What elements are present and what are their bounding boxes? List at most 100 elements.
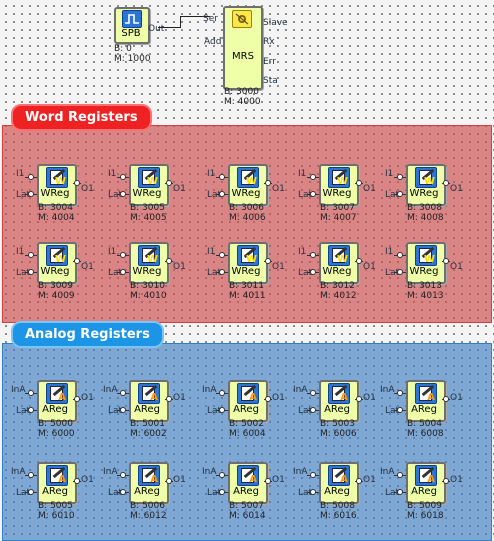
input-pin[interactable]: [28, 174, 34, 180]
wreg-block[interactable]: W WReg I1 Lat O1 B: 3006 M: 4006: [206, 164, 286, 226]
output-pin[interactable]: [443, 478, 449, 484]
input-pin[interactable]: [120, 390, 126, 396]
output-port-label: O1: [173, 184, 186, 194]
block-b-value: B: 5001: [130, 419, 165, 429]
spb-mrs-connection-vertical[interactable]: [180, 16, 181, 28]
input-port-label: InA: [293, 385, 308, 395]
output-pin[interactable]: [166, 478, 172, 484]
wreg-block[interactable]: W WReg I1 Lat O1 B: 3011 M: 4011: [206, 242, 286, 304]
wreg-block[interactable]: W WReg I1 Lat O1 B: 3007 M: 4007: [297, 164, 377, 226]
areg-block[interactable]: A AReg InA Lat O1 B: 5001 M: 6002: [103, 380, 187, 442]
output-pin[interactable]: [74, 180, 80, 186]
mrs-block[interactable]: MRS Ser Add Slave Rx Err Sta B: 3000 M: …: [200, 4, 300, 114]
latch-port-label: Lat: [298, 406, 313, 416]
output-pin[interactable]: [443, 396, 449, 402]
areg-block[interactable]: A AReg InA Lat O1 B: 5006 M: 6012: [103, 462, 187, 524]
output-pin[interactable]: [166, 258, 172, 264]
latch-port-label: Lat: [16, 406, 31, 416]
block-b-value: B: 3012: [320, 281, 355, 291]
block-m-value: M: 6006: [320, 429, 357, 439]
wreg-block[interactable]: W WReg I1 Lat O1 B: 3004 M: 4004: [15, 164, 95, 226]
output-pin[interactable]: [356, 478, 362, 484]
areg-block[interactable]: A AReg InA Lat O1 B: 5003 M: 6006: [293, 380, 377, 442]
register-write-icon: W: [237, 245, 259, 266]
areg-block[interactable]: A AReg InA Lat O1 B: 5004 M: 6008: [380, 380, 464, 442]
wreg-block[interactable]: W WReg I1 Lat O1 B: 3010 M: 4010: [107, 242, 187, 304]
register-write-icon: A: [46, 383, 68, 404]
wreg-block[interactable]: W WReg I1 Lat O1 B: 3008 M: 4008: [384, 164, 464, 226]
mrs-port-add: Add: [204, 37, 222, 47]
output-pin[interactable]: [166, 180, 172, 186]
input-port-label: InA: [380, 467, 395, 477]
areg-block[interactable]: A AReg InA Lat O1 B: 5002 M: 6004: [202, 380, 286, 442]
output-pin[interactable]: [356, 258, 362, 264]
output-pin[interactable]: [265, 258, 271, 264]
wreg-block[interactable]: W WReg I1 Lat O1 B: 3005 M: 4005: [107, 164, 187, 226]
input-pin[interactable]: [219, 390, 225, 396]
output-pin[interactable]: [443, 180, 449, 186]
input-pin[interactable]: [28, 472, 34, 478]
register-write-icon: W: [138, 167, 160, 188]
analog-registers-title[interactable]: Analog Registers: [11, 321, 164, 348]
areg-block[interactable]: A AReg InA Lat O1 B: 5009 M: 6018: [380, 462, 464, 524]
block-b-value: B: 5000: [38, 419, 73, 429]
output-port-label: O1: [81, 262, 94, 272]
output-pin[interactable]: [443, 258, 449, 264]
input-pin[interactable]: [397, 390, 403, 396]
register-write-icon: W: [138, 245, 160, 266]
output-pin[interactable]: [74, 478, 80, 484]
output-pin[interactable]: [166, 396, 172, 402]
spb-mrs-connection[interactable]: [158, 27, 181, 28]
input-pin[interactable]: [310, 252, 316, 258]
areg-block[interactable]: A AReg InA Lat O1 B: 5000 M: 6000: [11, 380, 95, 442]
output-pin[interactable]: [74, 396, 80, 402]
areg-block[interactable]: A AReg InA Lat O1 B: 5007 M: 6014: [202, 462, 286, 524]
input-pin[interactable]: [120, 252, 126, 258]
input-pin[interactable]: [397, 252, 403, 258]
input-pin[interactable]: [310, 390, 316, 396]
output-port-label: O1: [81, 393, 94, 403]
block-name: WReg: [40, 266, 70, 277]
input-pin[interactable]: [397, 472, 403, 478]
areg-block[interactable]: A AReg InA Lat O1 B: 5008 M: 6016: [293, 462, 377, 524]
input-pin[interactable]: [120, 472, 126, 478]
input-pin[interactable]: [120, 174, 126, 180]
register-write-icon: W: [415, 167, 437, 188]
input-pin[interactable]: [219, 472, 225, 478]
areg-block[interactable]: A AReg InA Lat O1 B: 5005 M: 6010: [11, 462, 95, 524]
output-pin[interactable]: [265, 478, 271, 484]
input-pin[interactable]: [219, 174, 225, 180]
output-pin[interactable]: [265, 396, 271, 402]
spb-m-value: M: 1000: [114, 54, 151, 64]
spb-b-value: B: 0: [114, 44, 132, 54]
output-pin[interactable]: [74, 258, 80, 264]
input-port-label: I1: [298, 169, 307, 179]
output-pin[interactable]: [356, 180, 362, 186]
output-port-label: O1: [272, 184, 285, 194]
block-name: WReg: [409, 266, 439, 277]
output-pin[interactable]: [356, 396, 362, 402]
latch-port-label: Lat: [16, 190, 31, 200]
output-port-label: O1: [450, 184, 463, 194]
wreg-block[interactable]: W WReg I1 Lat O1 B: 3013 M: 4013: [384, 242, 464, 304]
output-pin[interactable]: [265, 180, 271, 186]
input-pin[interactable]: [397, 174, 403, 180]
input-pin[interactable]: [310, 174, 316, 180]
spb-block[interactable]: SPB Out B: 0 M: 1000: [108, 6, 164, 68]
block-m-value: M: 4007: [320, 213, 357, 223]
register-write-icon: A: [328, 465, 350, 486]
input-pin[interactable]: [28, 252, 34, 258]
input-pin[interactable]: [28, 390, 34, 396]
input-pin[interactable]: [219, 252, 225, 258]
input-pin[interactable]: [310, 472, 316, 478]
word-registers-title[interactable]: Word Registers: [11, 104, 152, 131]
output-port-label: O1: [450, 475, 463, 485]
latch-port-label: Lat: [108, 488, 123, 498]
output-port-label: O1: [363, 475, 376, 485]
output-port-label: O1: [363, 262, 376, 272]
wreg-block[interactable]: W WReg I1 Lat O1 B: 3009 M: 4009: [15, 242, 95, 304]
block-b-value: B: 3004: [38, 203, 73, 213]
wreg-block[interactable]: W WReg I1 Lat O1 B: 3012 M: 4012: [297, 242, 377, 304]
input-port-label: I1: [207, 169, 216, 179]
output-port-label: O1: [363, 393, 376, 403]
